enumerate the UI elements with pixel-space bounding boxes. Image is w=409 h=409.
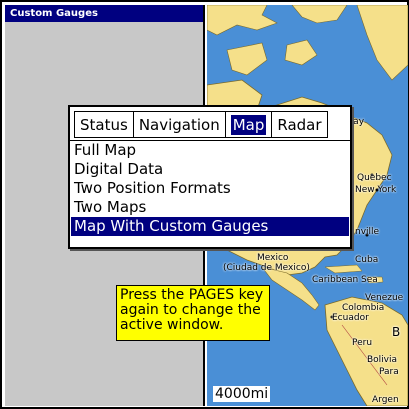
map-label-peru: Peru xyxy=(352,338,373,348)
map-label-mexico: Mexico xyxy=(257,253,289,263)
map-label-nville: nville xyxy=(355,227,380,237)
map-label-b: B xyxy=(392,325,401,339)
menu-item-two-maps[interactable]: Two Maps xyxy=(71,198,349,217)
map-label-venezuela: Venezue xyxy=(365,293,404,303)
map-label-ecuador: Ecuador xyxy=(332,313,369,323)
tab-radar[interactable]: Radar xyxy=(271,111,328,138)
map-label-caribbean: Caribbean Sea xyxy=(312,275,378,285)
help-tooltip: Press the PAGES key again to change the … xyxy=(116,285,270,341)
map-label-argen: Argen xyxy=(372,395,399,405)
map-label-cuba: Cuba xyxy=(355,255,379,265)
menu-item-two-position-formats[interactable]: Two Position Formats xyxy=(71,179,349,198)
map-label-ciudad: (Ciudad de Mexico) xyxy=(223,263,310,273)
tab-map[interactable]: Map xyxy=(224,111,273,138)
map-label-quebec: Quebec xyxy=(357,173,392,183)
map-page-list: Full Map Digital Data Two Position Forma… xyxy=(71,141,349,236)
map-scale: 4000mi xyxy=(213,386,271,402)
pages-menu-popup: Status Navigation Map Radar Full Map Dig… xyxy=(68,105,352,249)
map-label-para: Para xyxy=(379,367,399,377)
map-label-bolivia: Bolivia xyxy=(367,355,398,365)
tab-navigation[interactable]: Navigation xyxy=(132,111,226,138)
menu-item-digital-data[interactable]: Digital Data xyxy=(71,160,349,179)
device-screen: Custom Gauges Bay Quebec New York nville… xyxy=(0,0,409,409)
pages-tabs: Status Navigation Map Radar xyxy=(74,111,328,138)
map-label-colombia: Colombia xyxy=(342,303,385,313)
menu-item-full-map[interactable]: Full Map xyxy=(71,141,349,160)
map-label-new-york: New York xyxy=(355,185,397,195)
tab-status[interactable]: Status xyxy=(74,111,134,138)
custom-gauges-title: Custom Gauges xyxy=(5,5,203,22)
menu-item-map-with-custom-gauges[interactable]: Map With Custom Gauges xyxy=(71,217,349,236)
